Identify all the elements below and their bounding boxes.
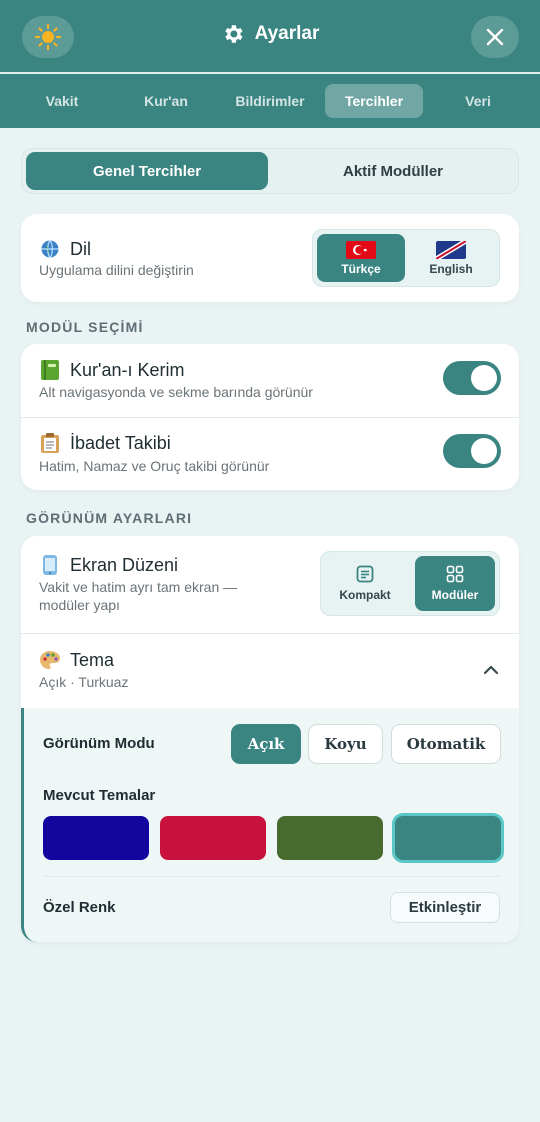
layout-option-kompakt[interactable]: Kompakt — [325, 556, 405, 611]
language-title-row: Dil — [39, 238, 91, 260]
view-mode-label: Görünüm Modu — [43, 735, 155, 752]
theme-subtitle: Açık · Turkuaz — [39, 674, 129, 690]
mode-koyu-button[interactable]: Koyu — [308, 724, 383, 764]
appearance-divider — [21, 633, 519, 634]
toggle-knob — [471, 365, 497, 391]
segment-general[interactable]: Genel Tercihler — [26, 152, 268, 190]
preferences-segmented-control: Genel Tercihler Aktif Modüller — [21, 148, 519, 194]
layout-option-label: Kompakt — [339, 588, 391, 602]
module-kuran-title-row: Kur'an-ı Kerim — [39, 359, 184, 381]
phone-icon — [39, 554, 61, 576]
available-themes-label: Mevcut Temalar — [43, 787, 156, 804]
layout-option-label: Modüler — [431, 588, 479, 602]
theme-swatch-crimson[interactable] — [160, 816, 266, 860]
module-ibadet-title-row: İbadet Takibi — [39, 432, 171, 454]
language-option-label: English — [429, 261, 473, 276]
palette-icon — [39, 649, 61, 671]
mode-otomatik-button[interactable]: Otomatik — [391, 724, 501, 764]
layout-title-row: Ekran Düzeni — [39, 554, 178, 576]
segment-modules[interactable]: Aktif Modüller — [272, 152, 514, 190]
theme-collapse-button[interactable] — [483, 662, 499, 680]
language-selector: Türkçe English — [312, 229, 500, 287]
custom-color-divider — [43, 876, 501, 877]
language-subtitle: Uygulama dilini değiştirin — [39, 262, 194, 278]
language-card: Dil Uygulama dilini değiştirin Türkçe En… — [21, 214, 519, 302]
header-top-bar: Ayarlar — [0, 0, 540, 72]
appearance-card: Ekran Düzeni Vakit ve hatim ayrı tam ekr… — [21, 536, 519, 942]
settings-tab-bar: Vakit Kur'an Bildirimler Tercihler Veri — [12, 84, 528, 118]
theme-swatch-indigo[interactable] — [43, 816, 149, 860]
book-icon — [39, 359, 61, 381]
mode-acik-button[interactable]: Açık — [231, 724, 301, 764]
app-header: Ayarlar Vakit Kur'an Bildirimler Tercihl… — [0, 0, 540, 128]
theme-title-row: Tema — [39, 649, 114, 671]
layout-subtitle-line2: modüler yapı — [39, 597, 120, 613]
chevron-up-icon — [483, 665, 499, 675]
grid-icon — [446, 565, 464, 583]
tab-vakit[interactable]: Vakit — [12, 84, 112, 118]
theme-title: Tema — [70, 649, 115, 670]
module-ibadet-toggle[interactable] — [443, 434, 501, 468]
uk-flag-icon — [436, 240, 466, 259]
close-icon — [486, 28, 504, 46]
language-option-label: Türkçe — [341, 261, 381, 276]
theme-swatch-teal[interactable] — [395, 816, 501, 860]
layout-title: Ekran Düzeni — [70, 554, 179, 575]
layout-subtitle-line1: Vakit ve hatim ayrı tam ekran — — [39, 579, 238, 595]
module-divider — [21, 417, 519, 418]
module-kuran-toggle[interactable] — [443, 361, 501, 395]
layout-option-moduler[interactable]: Modüler — [415, 556, 495, 611]
clipboard-icon — [39, 432, 61, 454]
header-title-group: Ayarlar — [0, 22, 540, 46]
turkey-flag-icon — [346, 240, 376, 259]
module-selection-card: Kur'an-ı Kerim Alt navigasyonda ve sekme… — [21, 344, 519, 490]
tab-tercihler[interactable]: Tercihler — [325, 84, 423, 118]
theme-swatch-olive[interactable] — [277, 816, 383, 860]
language-title: Dil — [70, 238, 91, 259]
language-option-english[interactable]: English — [407, 234, 495, 282]
module-kuran-subtitle: Alt navigasyonda ve sekme barında görünü… — [39, 384, 313, 400]
header-divider — [0, 72, 540, 74]
compact-list-icon — [356, 565, 374, 583]
module-ibadet-title: İbadet Takibi — [70, 432, 171, 453]
enable-custom-color-button[interactable]: Etkinleştir — [390, 892, 500, 923]
appearance-section-label: GÖRÜNÜM AYARLARI — [26, 510, 193, 526]
page-title: Ayarlar — [254, 23, 320, 44]
tab-veri[interactable]: Veri — [428, 84, 528, 118]
module-section-label: MODÜL SEÇİMİ — [26, 319, 144, 335]
module-kuran-title: Kur'an-ı Kerim — [70, 359, 185, 380]
close-button[interactable] — [471, 16, 519, 58]
toggle-knob — [471, 438, 497, 464]
module-ibadet-subtitle: Hatim, Namaz ve Oruç takibi görünür — [39, 458, 270, 474]
gear-icon — [224, 25, 243, 43]
globe-icon — [39, 238, 61, 260]
layout-selector: Kompakt Modüler — [320, 551, 500, 616]
custom-color-label: Özel Renk — [43, 899, 116, 916]
tab-kuran[interactable]: Kur'an — [116, 84, 216, 118]
tab-bildirimler[interactable]: Bildirimler — [220, 84, 320, 118]
language-option-turkce[interactable]: Türkçe — [317, 234, 405, 282]
